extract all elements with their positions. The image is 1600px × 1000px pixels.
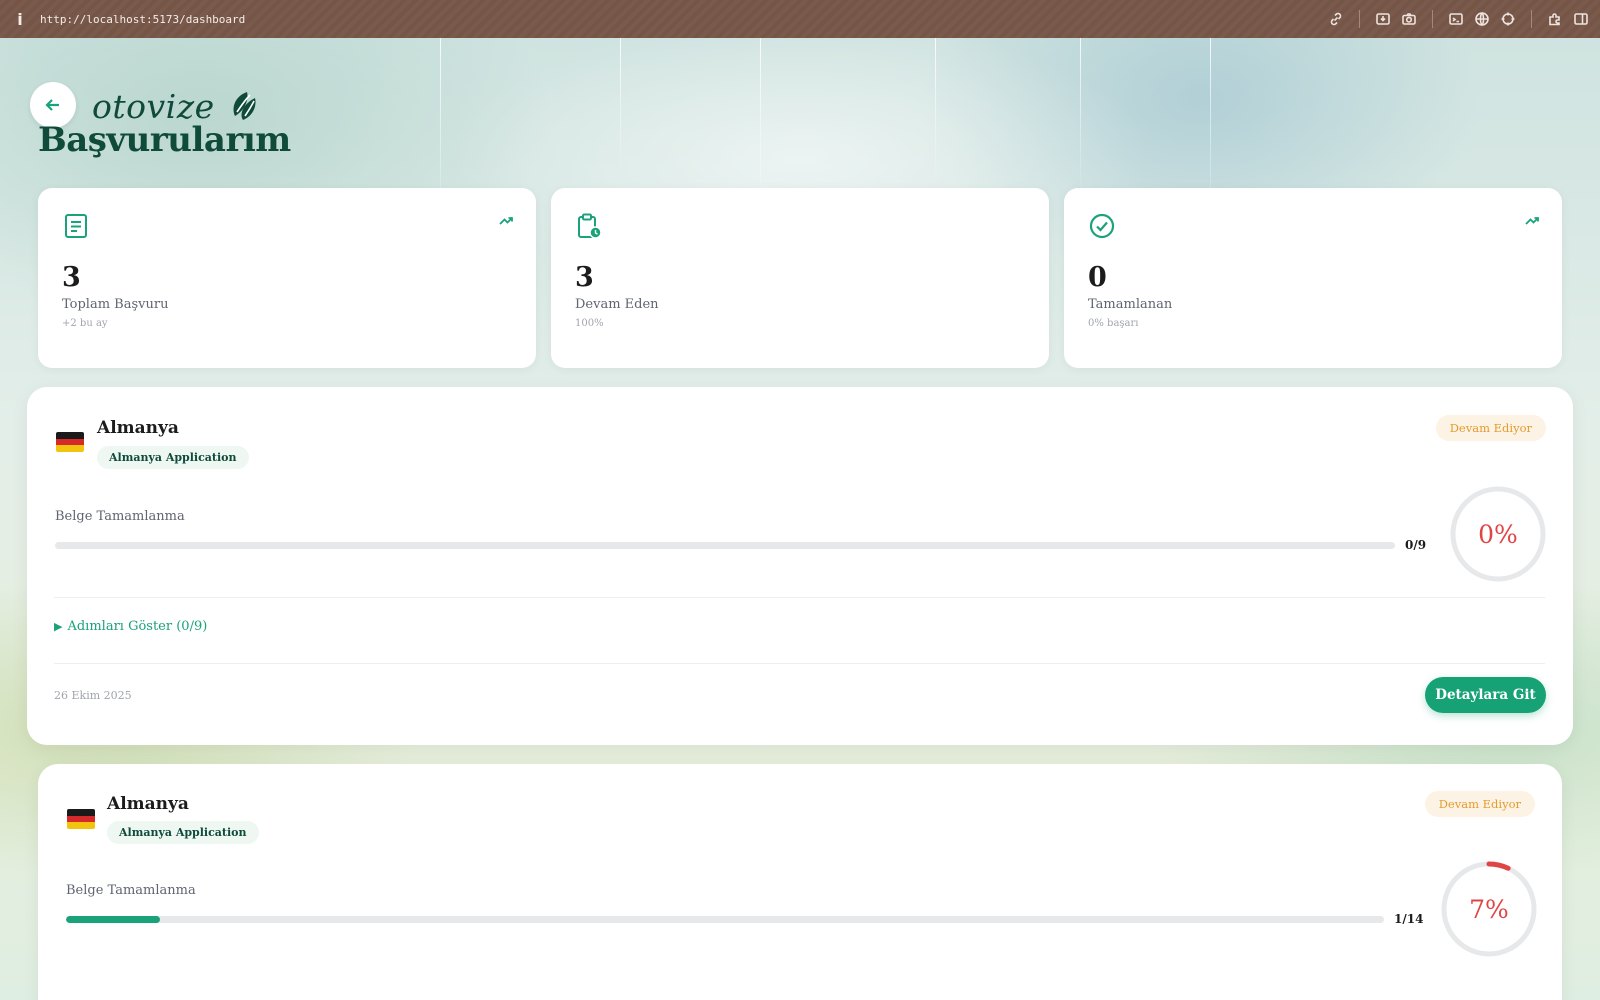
progress-label: Belge Tamamlanma bbox=[66, 883, 196, 898]
completion-percent: 0% bbox=[1478, 519, 1518, 549]
dashboard-page: otovize Başvurularım 3 Toplam Başvuru +2… bbox=[0, 38, 1600, 1000]
progress-label: Belge Tamamlanma bbox=[55, 509, 185, 524]
country-name: Almanya bbox=[97, 418, 179, 438]
application-type-badge: Almanya Application bbox=[97, 446, 249, 469]
progress-fill bbox=[66, 916, 161, 923]
stat-label: Tamamlanan bbox=[1088, 297, 1173, 312]
info-icon[interactable]: i bbox=[0, 10, 40, 29]
save-page-icon[interactable] bbox=[1370, 6, 1396, 32]
page-title: Başvurularım bbox=[38, 120, 291, 160]
status-badge: Devam Ediyor bbox=[1435, 415, 1546, 441]
status-badge: Devam Ediyor bbox=[1424, 791, 1535, 817]
show-steps-toggle[interactable]: ▶ Adımları Göster (0/9) bbox=[54, 619, 207, 634]
background-light-streak bbox=[935, 38, 936, 188]
stat-card-in-progress: 3 Devam Eden 100% bbox=[551, 188, 1049, 368]
application-date: 26 Ekim 2025 bbox=[54, 689, 132, 702]
crosshair-icon[interactable] bbox=[1495, 6, 1521, 32]
completion-percent: 7% bbox=[1469, 894, 1509, 924]
arrow-left-icon bbox=[45, 99, 59, 111]
application-type-badge: Almanya Application bbox=[107, 821, 259, 844]
go-to-details-button[interactable]: Detaylara Git bbox=[1425, 677, 1546, 713]
browser-toolbar: i http://localhost:5173/dashboard bbox=[0, 0, 1600, 38]
stat-value: 3 bbox=[575, 262, 594, 293]
sidebar-icon[interactable] bbox=[1568, 6, 1594, 32]
document-icon bbox=[62, 212, 90, 240]
background-light-streak bbox=[620, 38, 621, 178]
stat-sub: 100% bbox=[575, 318, 604, 329]
triangle-right-icon: ▶ bbox=[54, 620, 63, 633]
trending-up-icon bbox=[498, 212, 514, 228]
toolbar-divider bbox=[1432, 10, 1433, 28]
divider bbox=[54, 597, 1545, 598]
germany-flag-icon bbox=[67, 809, 95, 829]
toolbar-divider bbox=[1359, 10, 1360, 28]
check-circle-icon bbox=[1088, 212, 1116, 240]
stat-value: 0 bbox=[1088, 262, 1107, 293]
progress-count: 1/14 bbox=[1394, 912, 1424, 926]
browser-tools bbox=[1323, 0, 1594, 38]
extension-icon[interactable] bbox=[1542, 6, 1568, 32]
globe-icon[interactable] bbox=[1469, 6, 1495, 32]
terminal-icon[interactable] bbox=[1443, 6, 1469, 32]
completion-ring: 0% bbox=[1448, 484, 1548, 584]
application-card: Almanya Almanya Application Devam Ediyor… bbox=[38, 764, 1562, 1000]
stat-value: 3 bbox=[62, 262, 81, 293]
country-name: Almanya bbox=[107, 794, 189, 814]
stat-label: Toplam Başvuru bbox=[62, 297, 169, 312]
trending-up-icon bbox=[1524, 212, 1540, 228]
stat-sub: 0% başarı bbox=[1088, 318, 1139, 329]
stat-sub: +2 bu ay bbox=[62, 318, 108, 329]
link-icon[interactable] bbox=[1323, 6, 1349, 32]
stat-card-total: 3 Toplam Başvuru +2 bu ay bbox=[38, 188, 536, 368]
progress-count: 0/9 bbox=[1405, 538, 1427, 552]
progress-track bbox=[55, 542, 1395, 549]
application-card: Almanya Almanya Application Devam Ediyor… bbox=[27, 387, 1573, 745]
germany-flag-icon bbox=[56, 432, 84, 452]
stat-label: Devam Eden bbox=[575, 297, 659, 312]
toolbar-divider bbox=[1531, 10, 1532, 28]
background-light-streak bbox=[1080, 38, 1081, 198]
show-steps-label: Adımları Göster (0/9) bbox=[67, 619, 208, 634]
progress-track bbox=[66, 916, 1384, 923]
divider bbox=[54, 663, 1545, 664]
clipboard-clock-icon bbox=[575, 212, 603, 240]
completion-ring: 7% bbox=[1439, 859, 1539, 959]
camera-icon[interactable] bbox=[1396, 6, 1422, 32]
address-bar[interactable]: http://localhost:5173/dashboard bbox=[40, 13, 245, 26]
stat-card-completed: 0 Tamamlanan 0% başarı bbox=[1064, 188, 1562, 368]
